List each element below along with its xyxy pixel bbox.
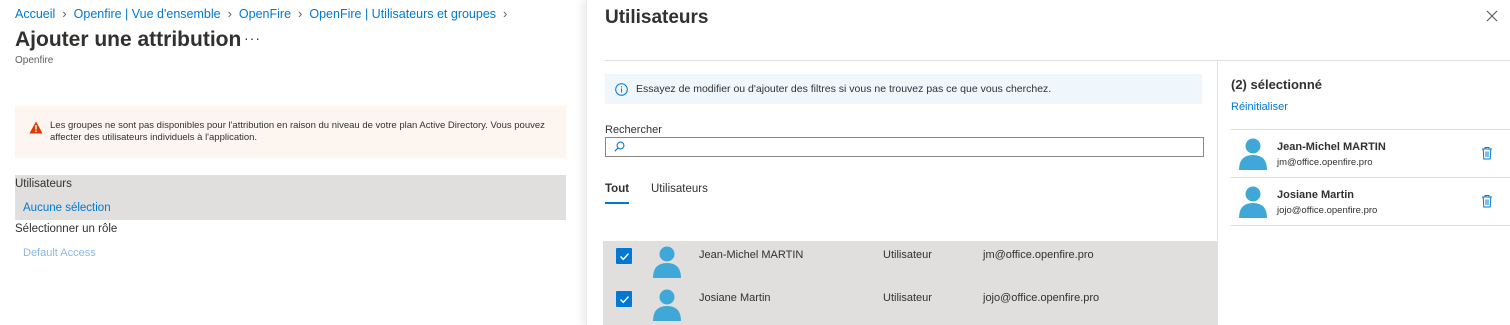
divider — [1231, 225, 1510, 226]
search-icon — [614, 141, 625, 152]
checkmark-icon — [619, 295, 629, 303]
row-checkbox[interactable] — [616, 291, 632, 307]
warning-banner: Les groupes ne sont pas disponibles pour… — [15, 106, 566, 158]
tab-all[interactable]: Tout — [605, 183, 630, 204]
user-avatar-icon — [1239, 138, 1267, 170]
users-picker-panel: Utilisateurs Essayez de modifier ou d'aj… — [586, 0, 1510, 325]
search-label: Rechercher — [605, 124, 662, 136]
user-name: Jean-Michel MARTIN — [699, 249, 804, 261]
tab-users[interactable]: Utilisateurs — [651, 183, 708, 195]
user-email: jm@office.openfire.pro — [983, 249, 1094, 261]
selected-user-email: jojo@office.openfire.pro — [1277, 205, 1378, 216]
checkmark-icon — [619, 252, 629, 260]
breadcrumb-overview[interactable]: Openfire | Vue d'ensemble — [74, 7, 221, 21]
user-avatar-icon — [653, 246, 681, 278]
users-value-link[interactable]: Aucune sélection — [23, 202, 111, 214]
info-banner: Essayez de modifier ou d'ajouter des fil… — [605, 74, 1202, 104]
user-type: Utilisateur — [883, 292, 932, 304]
chevron-right-icon: › — [298, 6, 303, 21]
warning-icon — [29, 121, 43, 134]
divider — [1217, 61, 1218, 325]
divider — [605, 60, 1510, 61]
divider — [1231, 129, 1510, 130]
role-value-link[interactable]: Default Access — [23, 247, 96, 259]
selected-user-name: Jean-Michel MARTIN — [1277, 141, 1386, 153]
assignment-blade: Accueil › Openfire | Vue d'ensemble › Op… — [0, 0, 586, 325]
divider — [1231, 177, 1510, 178]
breadcrumb-users-groups[interactable]: OpenFire | Utilisateurs et groupes — [309, 7, 496, 21]
reset-link[interactable]: Réinitialiser — [1231, 101, 1288, 113]
page-title: Ajouter une attribution — [15, 28, 242, 51]
breadcrumb: Accueil › Openfire | Vue d'ensemble › Op… — [15, 6, 514, 21]
user-type: Utilisateur — [883, 249, 932, 261]
table-row[interactable]: Josiane Martin Utilisateur jojo@office.o… — [603, 283, 1217, 325]
role-label: Sélectionner un rôle — [15, 223, 118, 235]
breadcrumb-home[interactable]: Accueil — [15, 7, 55, 21]
users-selection-row[interactable]: Utilisateurs Aucune sélection — [15, 175, 566, 220]
table-row[interactable]: Jean-Michel MARTIN Utilisateur jm@office… — [603, 241, 1217, 283]
trash-icon[interactable] — [1481, 194, 1493, 208]
selected-item: Josiane Martin jojo@office.openfire.pro — [1231, 179, 1510, 225]
warning-text: Les groupes ne sont pas disponibles pour… — [50, 120, 545, 143]
breadcrumb-openfire[interactable]: OpenFire — [239, 7, 291, 21]
page-subtitle: Openfire — [15, 55, 54, 66]
selected-user-name: Josiane Martin — [1277, 189, 1355, 201]
chevron-right-icon: › — [62, 6, 67, 21]
users-label: Utilisateurs — [15, 178, 72, 190]
selected-item: Jean-Michel MARTIN jm@office.openfire.pr… — [1231, 131, 1510, 177]
more-options-button[interactable]: ··· — [244, 30, 261, 46]
user-avatar-icon — [1239, 186, 1267, 218]
user-avatar-icon — [653, 289, 681, 321]
users-list: Jean-Michel MARTIN Utilisateur jm@office… — [603, 241, 1217, 325]
search-input[interactable] — [628, 138, 1198, 156]
selected-count-title: (2) sélectionné — [1231, 77, 1323, 92]
selected-user-email: jm@office.openfire.pro — [1277, 157, 1373, 168]
trash-icon[interactable] — [1481, 146, 1493, 160]
panel-title: Utilisateurs — [605, 7, 709, 28]
info-icon — [615, 82, 628, 96]
row-checkbox[interactable] — [616, 248, 632, 264]
user-name: Josiane Martin — [699, 292, 771, 304]
info-text: Essayez de modifier ou d'ajouter des fil… — [636, 83, 1052, 95]
user-email: jojo@office.openfire.pro — [983, 292, 1100, 304]
chevron-right-icon: › — [227, 6, 232, 21]
chevron-right-icon: › — [503, 6, 508, 21]
close-icon — [1486, 10, 1498, 22]
close-button[interactable] — [1484, 8, 1500, 24]
search-field[interactable] — [605, 137, 1204, 157]
